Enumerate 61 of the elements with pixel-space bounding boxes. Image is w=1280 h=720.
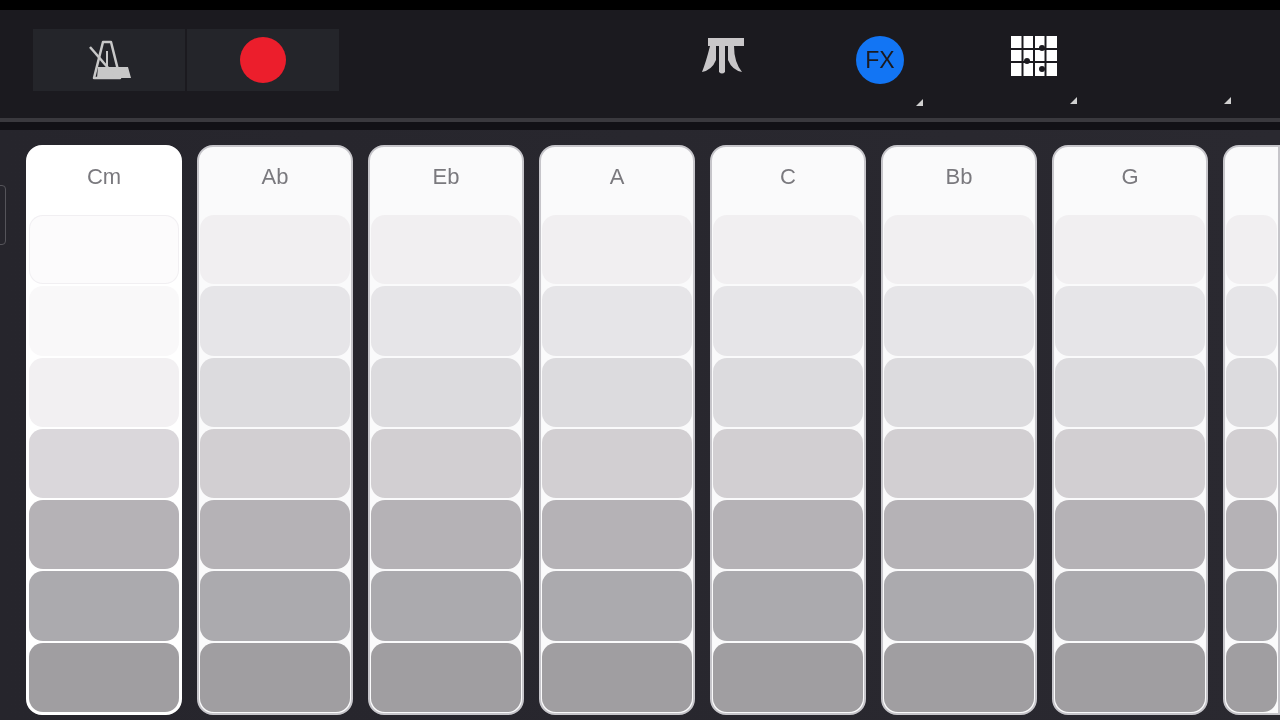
chord-pad[interactable] — [713, 428, 863, 499]
chord-pad[interactable] — [29, 642, 179, 712]
chord-grid-icon — [1011, 36, 1057, 76]
chord-pad[interactable] — [884, 642, 1034, 712]
chord-pad[interactable] — [371, 428, 521, 499]
metronome-icon — [86, 39, 132, 81]
chord-strip[interactable]: Cm — [26, 145, 182, 715]
chord-strip[interactable]: Eb — [368, 145, 524, 715]
record-button[interactable] — [187, 29, 339, 91]
chord-pad[interactable] — [713, 500, 863, 570]
chord-pad[interactable] — [1226, 642, 1277, 712]
chord-label: Ab — [260, 163, 290, 191]
chord-pad[interactable] — [1226, 357, 1277, 427]
chord-strip[interactable]: Bb — [881, 145, 1037, 715]
chord-label: C — [779, 163, 797, 191]
chord-pad[interactable] — [1055, 215, 1205, 285]
chord-pad[interactable] — [884, 357, 1034, 427]
chord-pad[interactable] — [1226, 571, 1277, 641]
chord-pad[interactable] — [371, 215, 521, 285]
chord-pad[interactable] — [200, 215, 350, 285]
chord-pad[interactable] — [884, 500, 1034, 570]
chord-strip[interactable]: G — [1052, 145, 1208, 715]
chord-pad[interactable] — [1055, 357, 1205, 427]
chord-pad[interactable] — [713, 357, 863, 427]
metronome-button[interactable] — [33, 29, 185, 91]
chord-label: Cm — [85, 163, 123, 191]
chord-pad[interactable] — [1226, 500, 1277, 570]
chord-pad[interactable] — [884, 215, 1034, 285]
chord-pad[interactable] — [1226, 215, 1277, 285]
chord-strip[interactable]: C — [710, 145, 866, 715]
chord-pad[interactable] — [713, 642, 863, 712]
chord-strip[interactable]: Ab — [197, 145, 353, 715]
fx-button[interactable]: FX — [856, 36, 904, 84]
chord-pad[interactable] — [1226, 286, 1277, 356]
chord-strip[interactable]: A — [539, 145, 695, 715]
chord-label: Bb — [944, 163, 974, 191]
chord-pad[interactable] — [542, 428, 692, 499]
chord-pad[interactable] — [371, 642, 521, 712]
chord-label: A — [608, 163, 626, 191]
chord-pad[interactable] — [1055, 642, 1205, 712]
record-icon — [239, 36, 287, 84]
chord-pad[interactable] — [200, 428, 350, 499]
chord-pad[interactable] — [1226, 428, 1277, 499]
chord-label: G — [1120, 163, 1140, 191]
chord-pad[interactable] — [200, 500, 350, 570]
chord-pad[interactable] — [542, 357, 692, 427]
chord-pad[interactable] — [542, 642, 692, 712]
chord-pad[interactable] — [371, 357, 521, 427]
chord-label: Eb — [431, 163, 461, 191]
chord-pad[interactable] — [713, 215, 863, 285]
chord-pad[interactable] — [1055, 500, 1205, 570]
chord-pad[interactable] — [542, 215, 692, 285]
chord-pad[interactable] — [29, 500, 179, 570]
chord-pad[interactable] — [1055, 428, 1205, 499]
chord-pad[interactable] — [884, 428, 1034, 499]
chord-pad[interactable] — [29, 428, 179, 499]
chord-pad[interactable] — [542, 500, 692, 570]
chord-pad[interactable] — [200, 642, 350, 712]
chord-pad[interactable] — [371, 500, 521, 570]
chord-pad[interactable] — [200, 357, 350, 427]
chord-strip[interactable] — [1223, 145, 1280, 715]
